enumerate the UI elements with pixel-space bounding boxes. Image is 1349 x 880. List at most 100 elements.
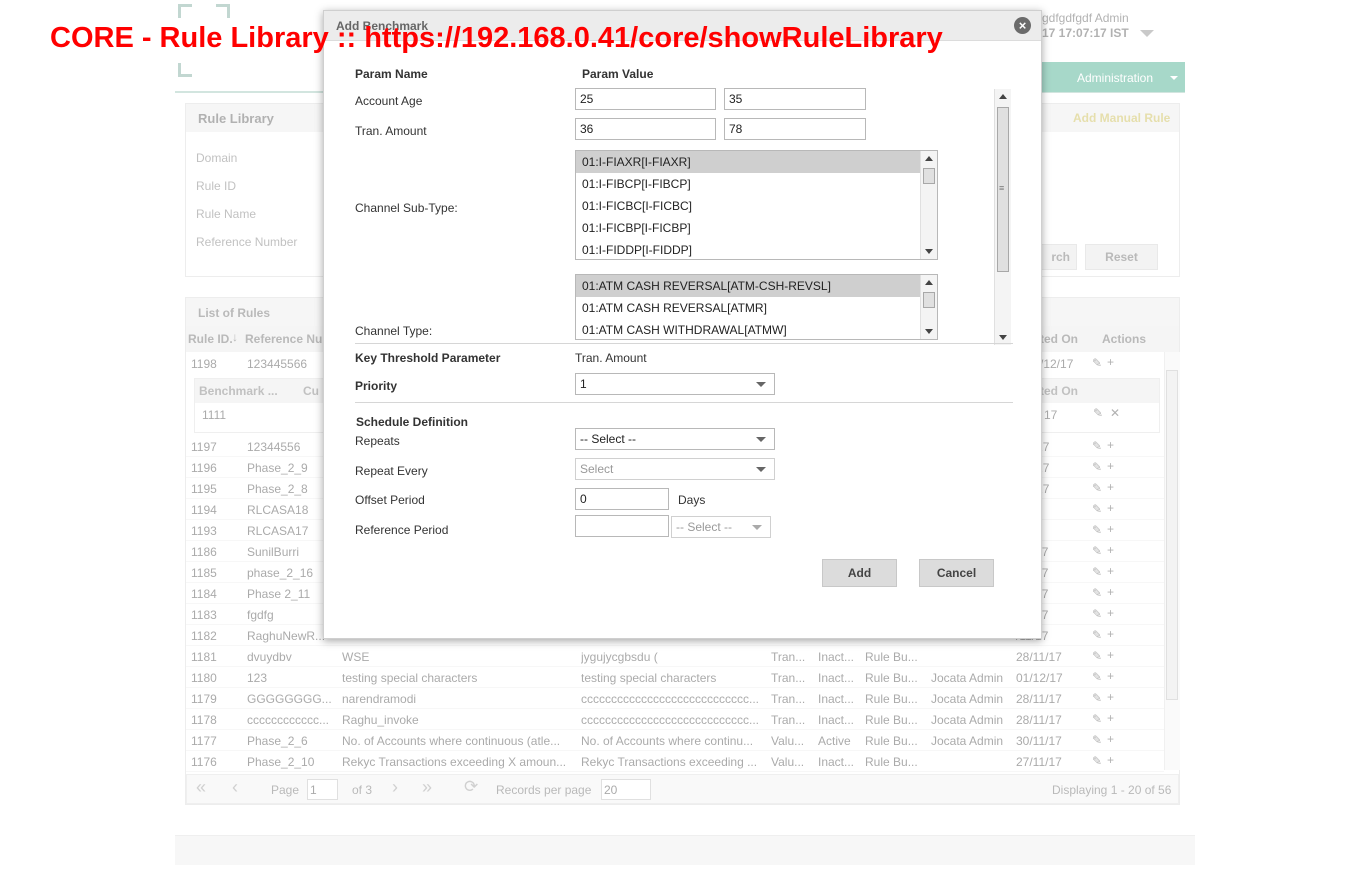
reset-button[interactable]: Reset <box>1085 244 1158 270</box>
benchmark-delete-icon[interactable]: ✕ <box>1110 406 1120 420</box>
table-row[interactable]: 1176 Phase_2_10 Rekyc Transactions exceedi… <box>186 751 1164 772</box>
of-pages-label: of 3 <box>352 783 373 797</box>
edit-icon[interactable]: ✎ <box>1092 607 1102 621</box>
add-icon[interactable]: + <box>1107 627 1114 641</box>
form-scroll-up-icon[interactable] <box>999 94 1007 99</box>
table-row[interactable]: 1178 cccccccccccc... Raghu_invoke ccccccccc… <box>186 709 1164 730</box>
first-page-icon[interactable]: « <box>196 777 206 798</box>
tran-amount-to-input[interactable] <box>724 118 866 140</box>
scroll-thumb[interactable] <box>923 168 935 184</box>
reference-period-input[interactable] <box>575 515 669 537</box>
scroll-down-icon[interactable] <box>925 249 933 254</box>
edit-icon[interactable]: ✎ <box>1092 481 1102 495</box>
edit-icon[interactable]: ✎ <box>1092 628 1102 642</box>
edit-icon[interactable]: ✎ <box>1092 649 1102 663</box>
add-icon[interactable]: + <box>1107 459 1114 473</box>
edit-icon[interactable]: ✎ <box>1092 502 1102 516</box>
tran-amount-from-input[interactable] <box>575 118 716 140</box>
table-row[interactable]: 1179 GGGGGGGG... narendramodi ccccccccccccc… <box>186 688 1164 709</box>
row-type: Tran... <box>771 713 806 727</box>
channel-sub-type-scrollbar[interactable] <box>920 151 937 259</box>
list-item[interactable]: 01:I-FIDDP[I-FIDDP] <box>576 239 937 259</box>
scroll-up-icon[interactable] <box>925 156 933 161</box>
priority-select[interactable]: 1 <box>575 373 775 395</box>
user-datetime: 17 17:07:17 IST <box>1042 26 1129 40</box>
scroll-down-icon[interactable] <box>925 329 933 334</box>
next-page-icon[interactable]: › <box>392 777 398 798</box>
add-icon[interactable]: + <box>1107 648 1114 662</box>
prev-page-icon[interactable]: ‹ <box>232 777 238 798</box>
edit-icon[interactable]: ✎ <box>1092 356 1102 370</box>
sort-arrow-down-icon[interactable]: ↓ <box>232 330 238 344</box>
account-age-from-input[interactable] <box>575 88 716 110</box>
account-age-to-input[interactable] <box>724 88 866 110</box>
row-desc: cccccccccccccccccccccccccccc... <box>581 713 760 727</box>
channel-type-scrollbar[interactable] <box>920 275 937 339</box>
nav-administration[interactable]: Administration <box>1077 71 1153 85</box>
add-icon[interactable]: + <box>1107 564 1114 578</box>
add-icon[interactable]: + <box>1107 585 1114 599</box>
list-item[interactable]: 01:I-FIAXR[I-FIAXR] <box>576 151 937 173</box>
repeat-every-select[interactable]: Select <box>575 458 775 480</box>
add-icon[interactable]: + <box>1107 355 1114 369</box>
edit-icon[interactable]: ✎ <box>1092 670 1102 684</box>
add-icon[interactable]: + <box>1107 522 1114 536</box>
add-icon[interactable]: + <box>1107 690 1114 704</box>
records-per-page-select[interactable]: 20 <box>601 779 651 800</box>
nav-chevron-down-icon[interactable] <box>1170 76 1178 80</box>
col-reference[interactable]: Reference Nu <box>245 332 322 346</box>
scroll-up-icon[interactable] <box>925 280 933 285</box>
table-row[interactable]: 1177 Phase_2_6 No. of Accounts where conti… <box>186 730 1164 751</box>
add-icon[interactable]: + <box>1107 438 1114 452</box>
refresh-icon[interactable]: ⟳ <box>464 777 478 797</box>
add-icon[interactable]: + <box>1107 732 1114 746</box>
edit-icon[interactable]: ✎ <box>1092 523 1102 537</box>
col-created-on[interactable]: ted On <box>1040 332 1078 346</box>
user-menu-chevron-icon[interactable] <box>1140 30 1154 37</box>
list-item[interactable]: 01:ATM CASH REVERSAL[ATM-CSH-REVSL] <box>576 275 937 297</box>
cancel-button[interactable]: Cancel <box>919 559 994 587</box>
add-icon[interactable]: + <box>1107 753 1114 767</box>
add-button[interactable]: Add <box>822 559 897 587</box>
col-rule-id[interactable]: Rule ID. <box>188 332 233 346</box>
list-item[interactable]: 01:I-FIBCP[I-FIBCP] <box>576 173 937 195</box>
row-id: 1195 <box>191 482 217 496</box>
benchmark-edit-icon[interactable]: ✎ <box>1093 406 1103 420</box>
edit-icon[interactable]: ✎ <box>1092 544 1102 558</box>
repeats-select[interactable]: -- Select -- <box>575 428 775 450</box>
reference-period-select[interactable]: -- Select -- <box>671 516 771 538</box>
list-item[interactable]: 01:I-FICBC[I-FICBC] <box>576 195 937 217</box>
list-item[interactable]: 01:ATM CASH WITHDRAWAL[ATMW] <box>576 319 937 339</box>
add-icon[interactable]: + <box>1107 606 1114 620</box>
edit-icon[interactable]: ✎ <box>1092 691 1102 705</box>
edit-icon[interactable]: ✎ <box>1092 586 1102 600</box>
edit-icon[interactable]: ✎ <box>1092 460 1102 474</box>
add-icon[interactable]: + <box>1107 711 1114 725</box>
form-scroll-down-icon[interactable] <box>999 335 1007 340</box>
add-icon[interactable]: + <box>1107 543 1114 557</box>
table-row[interactable]: 1180 123 testing special characters testing… <box>186 667 1164 688</box>
close-icon[interactable]: × <box>1014 17 1031 34</box>
scroll-thumb[interactable] <box>923 292 935 308</box>
add-icon[interactable]: + <box>1107 501 1114 515</box>
grip-icon: ≡ <box>999 183 1005 193</box>
edit-icon[interactable]: ✎ <box>1092 754 1102 768</box>
add-manual-rule-button[interactable]: Add Manual Rule <box>1073 111 1170 125</box>
add-icon[interactable]: + <box>1107 669 1114 683</box>
list-item[interactable]: 01:ATM CASH REVERSAL[ATMR] <box>576 297 937 319</box>
edit-icon[interactable]: ✎ <box>1092 565 1102 579</box>
edit-icon[interactable]: ✎ <box>1092 712 1102 726</box>
add-icon[interactable]: + <box>1107 480 1114 494</box>
page-input[interactable]: 1 <box>307 779 338 800</box>
edit-icon[interactable]: ✎ <box>1092 439 1102 453</box>
grid-scrollbar-thumb[interactable] <box>1166 370 1178 700</box>
user-name[interactable]: gdfgdfgdf Admin <box>1042 11 1129 25</box>
channel-sub-type-listbox[interactable]: 01:I-FIAXR[I-FIAXR] 01:I-FIBCP[I-FIBCP] … <box>575 150 938 260</box>
table-row[interactable]: 1181 dvuydbv WSE jygujycgbsdu (Tran... Inact… <box>186 646 1164 667</box>
last-page-icon[interactable]: » <box>422 777 432 798</box>
form-scrollbar[interactable]: ≡ <box>994 89 1011 345</box>
offset-period-input[interactable] <box>575 488 669 510</box>
edit-icon[interactable]: ✎ <box>1092 733 1102 747</box>
list-item[interactable]: 01:I-FICBP[I-FICBP] <box>576 217 937 239</box>
channel-type-listbox[interactable]: 01:ATM CASH REVERSAL[ATM-CSH-REVSL] 01:A… <box>575 274 938 340</box>
